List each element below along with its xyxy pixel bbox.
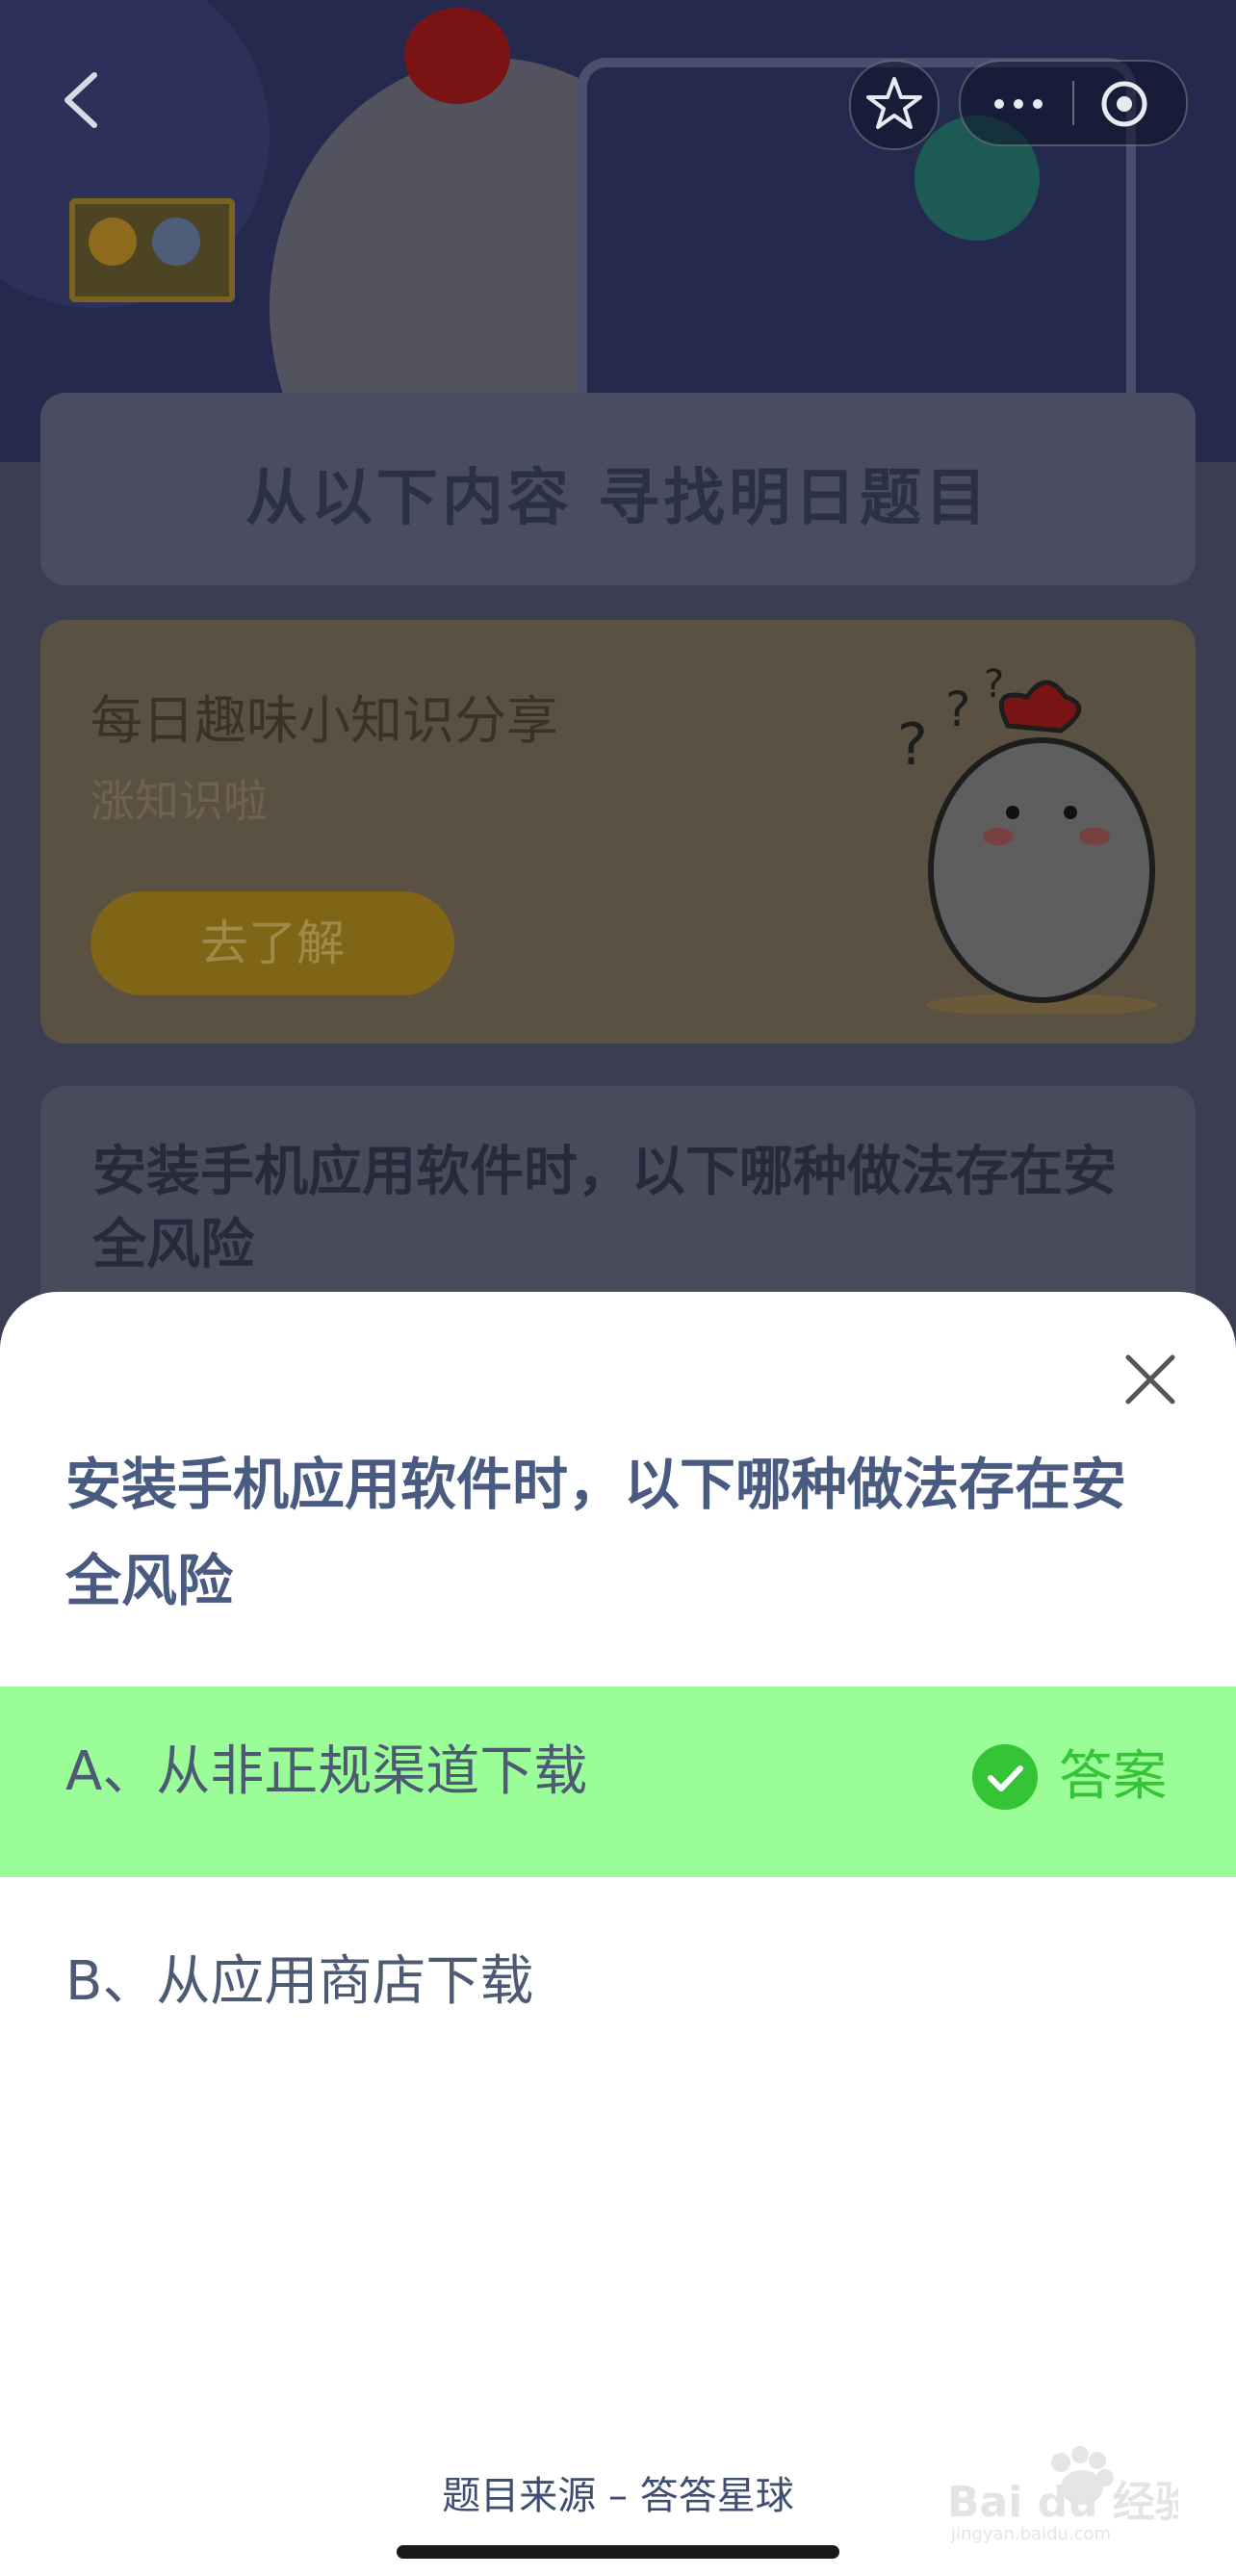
banner-card: 从以下内容 寻找明日题目 — [40, 393, 1196, 585]
favorite-button[interactable] — [849, 60, 940, 150]
svg-text:Bai du 经验: Bai du 经验 — [947, 2478, 1178, 2527]
question-title: 安装手机应用软件时，以下哪种做法存在安全风险 — [65, 1452, 1127, 1613]
option-b-label: B、从应用商店下载 — [65, 1950, 534, 2013]
fact-card-subtitle: 涨知识啦 — [90, 775, 268, 827]
more-dots-icon[interactable] — [990, 85, 1047, 123]
answer-sheet: 安装手机应用软件时，以下哪种做法存在安全风险 A、从非正规渠道下载 答案 B、从… — [0, 1292, 1236, 2576]
baidu-jingyan-watermark: Bai du 经验 jingyan.baidu.com — [947, 2446, 1178, 2543]
check-circle-icon — [972, 1744, 1038, 1810]
option-a-label: A、从非正规渠道下载 — [65, 1740, 588, 1803]
svg-text:?: ? — [945, 682, 971, 737]
fact-card: 每日趣味小知识分享 涨知识啦 去了解 ? ? ? — [40, 620, 1196, 1043]
capsule-divider — [1072, 81, 1074, 125]
banner-title: 从以下内容 寻找明日题目 — [245, 463, 991, 534]
chick-illustration: ? ? ? — [897, 668, 1157, 1015]
learn-more-button: 去了解 — [90, 891, 454, 995]
svg-text:jingyan.baidu.com: jingyan.baidu.com — [950, 2524, 1111, 2543]
close-icon[interactable] — [1120, 1350, 1180, 1409]
svg-text:?: ? — [897, 711, 928, 779]
option-a[interactable]: A、从非正规渠道下载 答案 — [0, 1687, 1236, 1877]
option-b[interactable]: B、从应用商店下载 — [0, 1877, 1236, 2068]
question-card-text: 安装手机应用软件时，以下哪种做法存在安全风险 — [92, 1141, 1117, 1276]
fact-card-title: 每日趣味小知识分享 — [90, 690, 558, 751]
home-indicator — [397, 2545, 839, 2559]
mini-program-capsule — [959, 60, 1188, 146]
target-circle-icon[interactable] — [1099, 79, 1149, 129]
answer-label: 答案 — [1059, 1745, 1167, 1808]
star-icon — [866, 77, 922, 129]
svg-text:?: ? — [984, 668, 1004, 707]
chevron-left-icon[interactable] — [56, 69, 106, 131]
